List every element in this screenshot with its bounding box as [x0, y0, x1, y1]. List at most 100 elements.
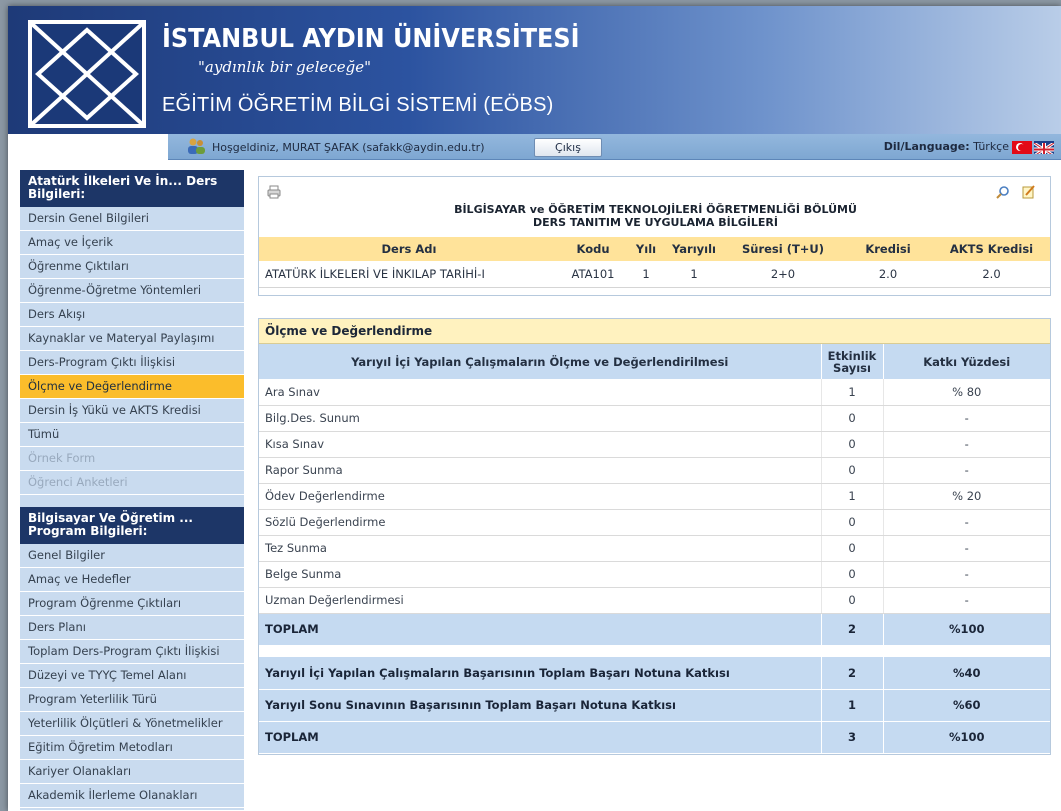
activity-count: 0: [821, 509, 884, 536]
activity-count: 1: [821, 483, 884, 510]
sidebar-item-total-relation[interactable]: Toplam Ders-Program Çıktı İlişkisi: [20, 640, 244, 664]
table-row: Sözlü Değerlendirme 0-: [259, 509, 1050, 536]
table-row: Bilg.Des. Sunum 0-: [259, 405, 1050, 432]
summary-percent: %100: [883, 721, 1050, 754]
activity-percent: -: [883, 457, 1050, 484]
sidebar-item-sample-form: Örnek Form: [20, 447, 244, 471]
activity-percent: -: [883, 405, 1050, 432]
activity-percent: -: [883, 431, 1050, 458]
activity-percent: % 20: [883, 483, 1050, 510]
sidebar-item-course-program-relation[interactable]: Ders-Program Çıktı İlişkisi: [20, 351, 244, 375]
course-credit: 2.0: [843, 261, 933, 288]
department-name: BİLGİSAYAR ve ÖĞRETİM TEKNOLOJİLERİ ÖĞRE…: [454, 203, 857, 216]
total-count: 2: [821, 613, 884, 645]
activity-percent: -: [883, 535, 1050, 562]
sidebar-item-program-outcomes[interactable]: Program Öğrenme Çıktıları: [20, 592, 244, 616]
course-info-subtitle: DERS TANITIM VE UYGULAMA BİLGİLERİ: [533, 216, 778, 229]
sidebar-item-resources[interactable]: Kaynaklar ve Materyal Paylaşımı: [20, 327, 244, 351]
sidebar-item-career[interactable]: Kariyer Olanakları: [20, 760, 244, 784]
percent-column-header: Katkı Yüzdesi: [883, 344, 1050, 379]
summary-row: Yarıyıl Sonu Sınavının Başarısının Topla…: [259, 689, 1050, 722]
course-table: Ders Adı Kodu Yılı Yarıyılı Süresi (T+U)…: [259, 237, 1050, 288]
column-header: Kredisi: [843, 237, 933, 261]
activity-name: Belge Sunma: [259, 561, 822, 588]
course-duration: 2+0: [723, 261, 843, 288]
course-semester: 1: [665, 261, 723, 288]
sidebar: Atatürk İlkeleri Ve İn... Ders Bilgileri…: [20, 170, 244, 810]
course-info-section-title: Atatürk İlkeleri Ve İn... Ders Bilgileri…: [20, 170, 244, 207]
activity-count: 0: [821, 561, 884, 588]
turkish-flag-icon[interactable]: [1012, 141, 1032, 154]
summary-label: Yarıyıl Sonu Sınavının Başarısının Topla…: [259, 689, 822, 722]
users-icon: [188, 138, 205, 154]
table-row: Kısa Sınav 0-: [259, 431, 1050, 458]
printer-icon[interactable]: [267, 185, 281, 199]
app-window: İSTANBUL AYDIN ÜNİVERSİTESİ "aydınlık bi…: [8, 6, 1061, 811]
language-label: Dil/Language:: [883, 140, 970, 153]
table-row: Tez Sunma 0-: [259, 535, 1050, 562]
activity-count: 0: [821, 405, 884, 432]
course-code: ATA101: [559, 261, 627, 288]
sidebar-item-regulations[interactable]: Yeterlilik Ölçütleri & Yönetmelikler: [20, 712, 244, 736]
sidebar-item-course-plan[interactable]: Ders Planı: [20, 616, 244, 640]
table-row: Ödev Değerlendirme 1% 20: [259, 483, 1050, 510]
logout-button[interactable]: Çıkış: [534, 138, 602, 157]
count-column-header: Etkinlik Sayısı: [821, 344, 884, 379]
activity-column-header: Yarıyıl İçi Yapılan Çalışmaların Ölçme v…: [259, 344, 822, 379]
page-header: İSTANBUL AYDIN ÜNİVERSİTESİ "aydınlık bi…: [8, 6, 1061, 134]
activity-name: Bilg.Des. Sunum: [259, 405, 822, 432]
summary-count: 2: [821, 657, 884, 690]
column-header: AKTS Kredisi: [933, 237, 1050, 261]
total-row: TOPLAM 2 %100: [259, 613, 1050, 645]
sidebar-item-education-methods[interactable]: Eğitim Öğretim Metodları: [20, 736, 244, 760]
sidebar-item-aim-content[interactable]: Amaç ve İçerik: [20, 231, 244, 255]
activity-percent: -: [883, 509, 1050, 536]
university-logo[interactable]: [28, 20, 146, 128]
evaluation-title: Ölçme ve Değerlendirme: [259, 319, 1050, 344]
table-spacer: [259, 645, 1050, 657]
table-row: ATATÜRK İLKELERİ VE İNKILAP TARİHİ-I ATA…: [259, 261, 1050, 288]
summary-label: TOPLAM: [259, 721, 822, 754]
sidebar-item-qualification-type[interactable]: Program Yeterlilik Türü: [20, 688, 244, 712]
magnifier-icon[interactable]: [996, 185, 1010, 199]
column-header: Yarıyılı: [665, 237, 723, 261]
activity-percent: -: [883, 561, 1050, 588]
sidebar-item-academic-progress[interactable]: Akademik İlerleme Olanakları: [20, 784, 244, 808]
sidebar-item-course-general[interactable]: Dersin Genel Bilgileri: [20, 207, 244, 231]
activity-percent: % 80: [883, 379, 1050, 406]
sidebar-item-assessment[interactable]: Ölçme ve Değerlendirme: [20, 375, 244, 399]
edit-icon[interactable]: [1022, 185, 1036, 199]
activity-count: 1: [821, 379, 884, 406]
summary-row: Yarıyıl İçi Yapılan Çalışmaların Başarıs…: [259, 657, 1050, 690]
sidebar-item-level[interactable]: Düzeyi ve TYYÇ Temel Alanı: [20, 664, 244, 688]
table-row: Uzman Değerlendirmesi 0-: [259, 587, 1050, 614]
table-row: Belge Sunma 0-: [259, 561, 1050, 588]
total-label: TOPLAM: [259, 613, 822, 645]
activity-name: Rapor Sunma: [259, 457, 822, 484]
activity-name: Ara Sınav: [259, 379, 822, 406]
university-motto: "aydınlık bir geleceğe": [198, 58, 371, 76]
sidebar-item-teaching-methods[interactable]: Öğrenme-Öğretme Yöntemleri: [20, 279, 244, 303]
summary-label: Yarıyıl İçi Yapılan Çalışmaların Başarıs…: [259, 657, 822, 690]
welcome-text: Hoşgeldiniz, MURAT ŞAFAK (safakk@aydin.e…: [212, 141, 485, 154]
sidebar-item-all[interactable]: Tümü: [20, 423, 244, 447]
table-row: Rapor Sunma 0-: [259, 457, 1050, 484]
sidebar-gap: [20, 495, 244, 507]
sidebar-item-learning-outcomes[interactable]: Öğrenme Çıktıları: [20, 255, 244, 279]
activity-name: Uzman Değerlendirmesi: [259, 587, 822, 614]
sidebar-item-workload[interactable]: Dersin İş Yükü ve AKTS Kredisi: [20, 399, 244, 423]
activity-name: Kısa Sınav: [259, 431, 822, 458]
university-name: İSTANBUL AYDIN ÜNİVERSİTESİ: [162, 24, 580, 54]
sidebar-item-program-general[interactable]: Genel Bilgiler: [20, 544, 244, 568]
sidebar-item-program-aims[interactable]: Amaç ve Hedefler: [20, 568, 244, 592]
language-selector[interactable]: Dil/Language: Türkçe: [884, 140, 1009, 153]
activity-percent: -: [883, 587, 1050, 614]
summary-percent: %40: [883, 657, 1050, 690]
activity-name: Ödev Değerlendirme: [259, 483, 822, 510]
uk-flag-icon[interactable]: [1034, 141, 1054, 154]
program-info-section-title: Bilgisayar Ve Öğretim ... Program Bilgil…: [20, 507, 244, 544]
sidebar-item-course-flow[interactable]: Ders Akışı: [20, 303, 244, 327]
system-title: EĞİTİM ÖĞRETİM BİLGİ SİSTEMİ (EÖBS): [162, 94, 554, 116]
department-title: BİLGİSAYAR ve ÖĞRETİM TEKNOLOJİLERİ ÖĞRE…: [259, 203, 1052, 229]
course-year: 1: [627, 261, 665, 288]
